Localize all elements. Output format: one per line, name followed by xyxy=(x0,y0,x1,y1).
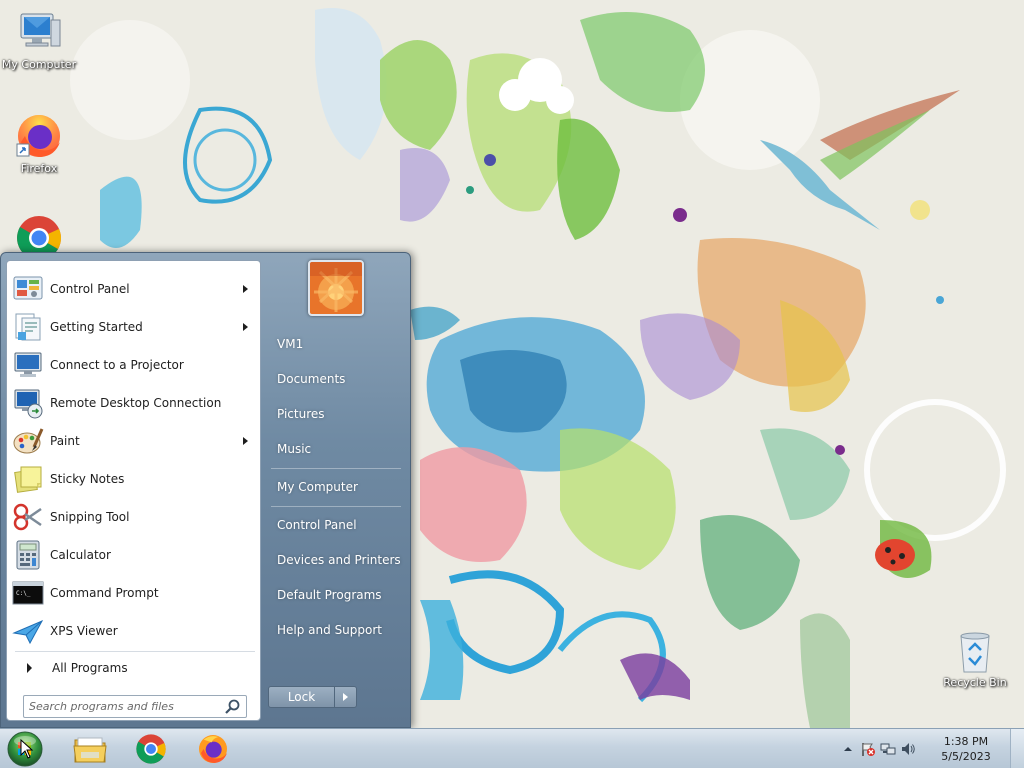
firefox-icon xyxy=(16,115,60,157)
clock[interactable]: 1:38 PM 5/5/2023 xyxy=(936,734,996,764)
lock-label: Lock xyxy=(287,690,316,704)
all-programs-label: All Programs xyxy=(52,661,128,675)
program-item-remote-desktop-connection[interactable]: Remote Desktop Connection xyxy=(12,386,257,420)
program-label: Getting Started xyxy=(50,320,143,334)
submenu-arrow-icon[interactable] xyxy=(243,437,248,445)
search-icon[interactable] xyxy=(224,698,242,716)
shutdown-options-button[interactable] xyxy=(334,686,357,708)
program-item-xps-viewer[interactable]: XPS Viewer xyxy=(12,614,257,648)
chrome-icon xyxy=(136,734,166,764)
program-label: Calculator xyxy=(50,548,111,562)
start-menu-documents[interactable]: Documents xyxy=(269,364,403,394)
program-label: Paint xyxy=(50,434,80,448)
user-picture[interactable] xyxy=(308,260,364,316)
default-programs-label: Default Programs xyxy=(277,588,382,602)
start-menu-control-panel[interactable]: Control Panel xyxy=(269,510,403,540)
submenu-arrow-icon[interactable] xyxy=(243,285,248,293)
desktop-icon-label: My Computer xyxy=(1,58,77,71)
windows-explorer-icon xyxy=(73,737,107,763)
program-label: Snipping Tool xyxy=(50,510,130,524)
show-desktop-button[interactable] xyxy=(1010,729,1024,768)
desktop-icon-label: Firefox xyxy=(20,162,58,175)
search-box xyxy=(23,695,247,718)
program-item-getting-started[interactable]: Getting Started xyxy=(12,310,257,344)
program-item-sticky-notes[interactable]: Sticky Notes xyxy=(12,462,257,496)
projector-icon xyxy=(14,352,42,377)
snipping-tool-icon xyxy=(13,503,42,531)
program-item-control-panel[interactable]: Control Panel xyxy=(12,272,257,306)
mouse-cursor-icon xyxy=(20,739,34,759)
taskbar-chrome-button[interactable] xyxy=(123,731,179,767)
start-menu-devices-and-printers[interactable]: Devices and Printers xyxy=(269,545,403,575)
volume-icon[interactable] xyxy=(900,741,916,757)
separator xyxy=(271,468,401,469)
taskbar-explorer-button[interactable] xyxy=(62,731,118,767)
program-label: Command Prompt xyxy=(50,586,159,600)
start-menu-my-computer[interactable]: My Computer xyxy=(269,472,403,502)
firefox-icon xyxy=(199,735,227,763)
xps-viewer-icon xyxy=(12,619,44,645)
program-item-snipping-tool[interactable]: Snipping Tool xyxy=(12,500,257,534)
control-panel-icon xyxy=(13,276,43,300)
triangle-right-icon xyxy=(27,663,32,673)
program-label: Connect to a Projector xyxy=(50,358,184,372)
action-center-flag-icon[interactable] xyxy=(860,741,876,757)
separator xyxy=(15,651,255,652)
flower-avatar-icon xyxy=(310,262,362,314)
control-panel-label: Control Panel xyxy=(277,518,357,532)
getting-started-icon xyxy=(15,313,41,341)
program-item-calculator[interactable]: Calculator xyxy=(12,538,257,572)
taskbar: 1:38 PM 5/5/2023 xyxy=(0,728,1024,768)
program-label: Sticky Notes xyxy=(50,472,125,486)
program-label: Control Panel xyxy=(50,282,130,296)
system-tray: 1:38 PM 5/5/2023 xyxy=(834,729,1024,768)
start-menu-default-programs[interactable]: Default Programs xyxy=(269,580,403,610)
all-programs-button[interactable]: All Programs xyxy=(19,657,255,679)
program-item-paint[interactable]: Paint xyxy=(12,424,257,458)
music-label: Music xyxy=(277,442,312,456)
remote-desktop-icon xyxy=(14,389,43,419)
recycle-bin-icon xyxy=(960,632,990,673)
start-menu-programs-pane: Control Panel Getting Started Connect to… xyxy=(6,260,261,721)
clock-time: 1:38 PM xyxy=(943,735,989,748)
taskbar-firefox-button[interactable] xyxy=(185,731,241,767)
show-hidden-icons-button[interactable] xyxy=(840,741,856,757)
documents-label: Documents xyxy=(277,372,346,386)
help-label: Help and Support xyxy=(277,623,382,637)
command-prompt-icon: C:\_ xyxy=(12,581,44,605)
desktop-icon-recycle-bin[interactable]: Recycle Bin xyxy=(935,630,1015,689)
program-label: XPS Viewer xyxy=(50,624,118,638)
my-computer-label: My Computer xyxy=(277,480,358,494)
calculator-icon xyxy=(16,540,40,570)
lock-button[interactable]: Lock xyxy=(268,686,335,708)
separator xyxy=(271,506,401,507)
paint-icon xyxy=(13,428,44,454)
desktop-icon-my-computer[interactable]: My Computer xyxy=(0,8,79,71)
start-menu-music[interactable]: Music xyxy=(269,434,403,464)
triangle-right-icon xyxy=(343,693,348,701)
network-icon[interactable] xyxy=(880,741,896,757)
devices-label: Devices and Printers xyxy=(277,553,401,567)
computer-icon xyxy=(20,13,61,47)
program-label: Remote Desktop Connection xyxy=(50,396,222,410)
search-input[interactable] xyxy=(24,696,224,717)
start-menu: Control Panel Getting Started Connect to… xyxy=(0,252,411,728)
program-item-connect-to-a-projector[interactable]: Connect to a Projector xyxy=(12,348,257,382)
svg-text:C:\_: C:\_ xyxy=(16,590,31,597)
start-menu-user-folder[interactable]: VM1 xyxy=(269,329,403,359)
user-folder-label: VM1 xyxy=(277,337,304,351)
program-item-command-prompt[interactable]: C:\_ Command Prompt xyxy=(12,576,257,610)
desktop-icon-label: Recycle Bin xyxy=(943,676,1007,689)
submenu-arrow-icon[interactable] xyxy=(243,323,248,331)
start-menu-help-and-support[interactable]: Help and Support xyxy=(269,615,403,645)
desktop-icon-firefox[interactable]: Firefox xyxy=(0,112,79,175)
clock-date: 5/5/2023 xyxy=(941,750,991,763)
pictures-label: Pictures xyxy=(277,407,325,421)
start-menu-pictures[interactable]: Pictures xyxy=(269,399,403,429)
sticky-notes-icon xyxy=(14,466,42,493)
